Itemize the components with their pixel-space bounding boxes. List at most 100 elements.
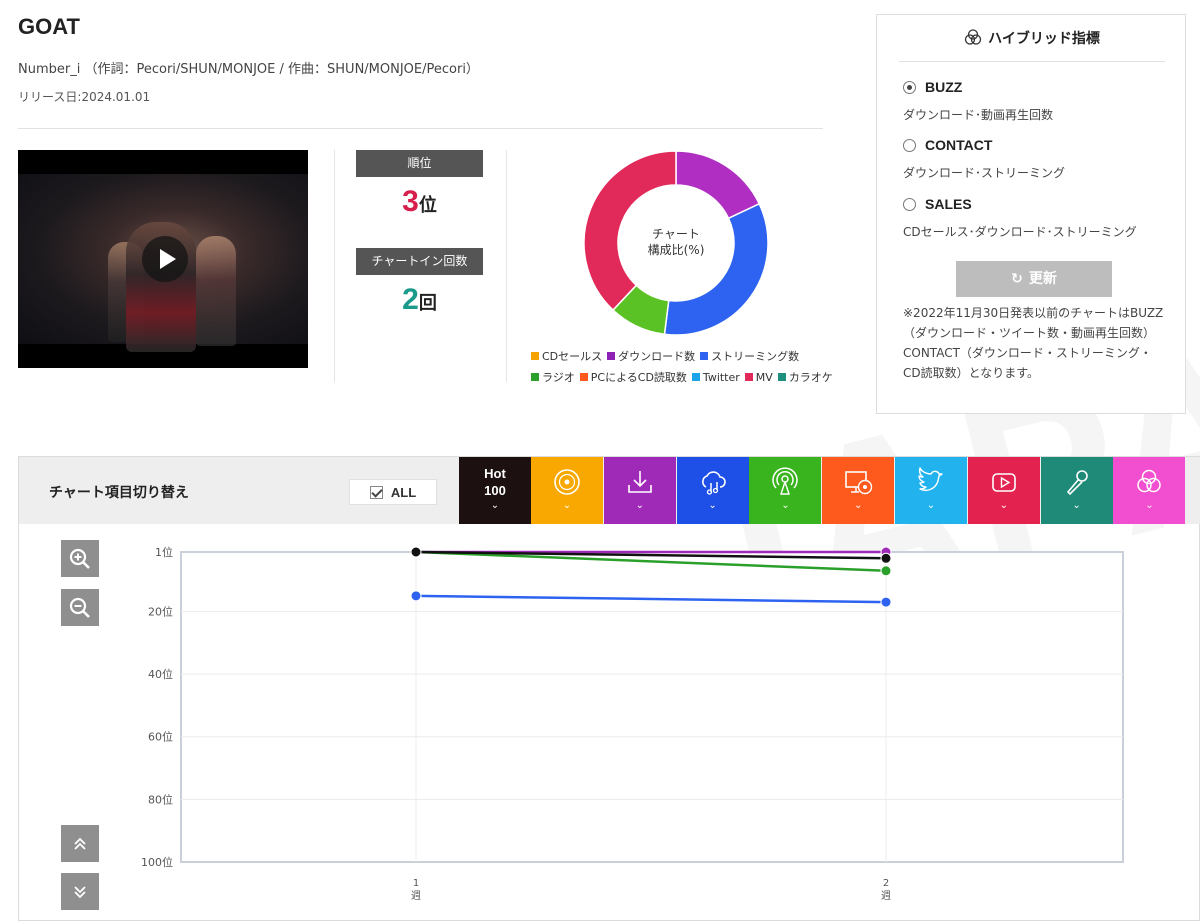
legend-label: MV (755, 370, 773, 384)
option-buzz[interactable]: BUZZ (903, 79, 962, 95)
legend-label: ダウンロード数 (618, 350, 696, 363)
legend-swatch (531, 352, 539, 360)
option-contact-desc: ダウンロード･ストリーミング (903, 166, 1066, 180)
option-contact-label: CONTACT (925, 137, 993, 153)
chartin-number: 2 (402, 283, 419, 316)
hot-label-line2: 100 (484, 483, 506, 498)
song-credits: Number_i （作詞：Pecori/SHUN/MONJOE / 作曲：SHU… (18, 62, 479, 77)
legend-swatch (777, 373, 786, 381)
legend-label: ストリーミング数 (711, 350, 800, 363)
legend-item: ストリーミング数 (700, 348, 799, 364)
chevron-down-icon: ⌄ (781, 500, 790, 511)
y-tick-label: 1位 (155, 545, 173, 559)
tab-hot100[interactable]: Hot 100 ⌄ (459, 457, 531, 524)
update-button-label: 更新 (1028, 271, 1057, 287)
donut-slice (663, 202, 769, 336)
data-point[interactable] (880, 552, 892, 564)
rank-unit: 位 (418, 195, 437, 215)
all-checkbox[interactable]: ALL (349, 479, 437, 505)
legend-item: カラオケ (777, 369, 833, 385)
chart-switch-title: チャート項目切り替え (49, 485, 189, 501)
twitter-icon (918, 467, 943, 491)
radio-icon (772, 467, 799, 495)
legend-label: ラジオ (542, 371, 575, 384)
video-player[interactable] (18, 150, 308, 368)
option-buzz-desc: ダウンロード･動画再生回数 (903, 108, 1054, 122)
x-tick-label: 週 (411, 890, 421, 902)
legend-item: CDセールス (531, 348, 602, 364)
cd-icon (554, 469, 580, 495)
youtube-icon (991, 473, 1016, 492)
data-point[interactable] (410, 546, 422, 558)
chevron-down-icon: ⌄ (708, 500, 717, 511)
hybrid-panel-header: ハイブリッド指標 (877, 28, 1187, 48)
chevron-down-icon: ⌄ (926, 500, 936, 511)
all-label: ALL (390, 484, 417, 500)
chartin-label: チャートイン回数 (356, 248, 483, 275)
radio-contact[interactable] (903, 138, 916, 152)
legend-label: カラオケ (788, 371, 833, 384)
y-tick-label: 60位 (148, 730, 173, 744)
tab-twitter[interactable]: ⌄ (895, 457, 967, 524)
x-tick-label: 1 (413, 878, 419, 889)
legend-label: PCによるCD読取数 (590, 371, 687, 384)
update-button[interactable]: ↻ 更新 (956, 261, 1112, 297)
donut-slice (675, 150, 761, 220)
legend-item: ラジオ (531, 369, 575, 385)
tab-streaming-cloud[interactable]: ⌄ (676, 457, 749, 524)
hot100-label: Hot 100 (484, 465, 506, 499)
chevron-down-icon: ⌄ (490, 500, 500, 511)
radio-buzz[interactable] (903, 80, 916, 94)
legend-item: MV (744, 369, 773, 385)
legend-item: Twitter (691, 369, 740, 385)
checkbox-icon[interactable] (369, 485, 383, 499)
streaming-cloud-icon (701, 471, 726, 495)
tab-hybrid[interactable]: ⌄ (1113, 457, 1186, 524)
legend-swatch (531, 373, 539, 381)
legend-label: CDセールス (542, 350, 603, 363)
legend-swatch (607, 352, 616, 360)
data-point[interactable] (880, 596, 892, 608)
legend-swatch (700, 352, 709, 360)
option-buzz-label: BUZZ (925, 79, 963, 95)
tab-karaoke-mic[interactable]: ⌄ (1040, 457, 1113, 524)
divider (334, 150, 335, 382)
chevron-down-icon: ⌄ (562, 500, 572, 511)
y-tick-label: 80位 (148, 792, 173, 806)
option-sales[interactable]: SALES (903, 196, 972, 212)
y-tick-label: 20位 (148, 604, 173, 618)
y-tick-label: 40位 (148, 667, 173, 681)
data-point[interactable] (410, 590, 422, 602)
release-date: リリース日:2024.01.01 (18, 90, 151, 104)
chevron-down-icon: ⌄ (1145, 500, 1154, 511)
tab-cd[interactable]: ⌄ (531, 457, 603, 524)
play-icon[interactable] (142, 236, 188, 282)
song-title: GOAT (18, 14, 80, 39)
x-tick-label: 2 (883, 878, 889, 889)
data-point[interactable] (880, 565, 892, 577)
karaoke-mic-icon (1066, 470, 1088, 496)
rank-number: 3 (402, 185, 419, 218)
header-divider (18, 128, 823, 129)
tab-radio[interactable]: ⌄ (749, 457, 822, 524)
hybrid-panel-title: ハイブリッド指標 (988, 31, 1100, 47)
tab-youtube[interactable]: ⌄ (967, 457, 1040, 524)
option-contact[interactable]: CONTACT (903, 137, 992, 153)
legend-swatch (691, 373, 700, 381)
rank-label: 順位 (356, 150, 483, 177)
radio-sales[interactable] (903, 197, 916, 211)
chart-toolbar: チャート項目切り替え ALL Hot 100 ⌄ ⌄ ⌄ ⌄ ⌄ ⌄ ⌄ ⌄ ⌄ ⌄ (19, 457, 1200, 524)
legend-item: PCによるCD読取数 (579, 369, 687, 385)
x-tick-label: 週 (881, 890, 891, 902)
donut-legend: CDセールス ダウンロード数 ストリーミング数 ラジオ PCによるCD読取数 Twitt… (531, 348, 861, 390)
option-sales-label: SALES (925, 196, 972, 212)
hybrid-icon (964, 29, 982, 45)
rank-value: 3位 (356, 185, 483, 219)
y-tick-label: 100位 (141, 855, 173, 869)
tab-pc-cd[interactable]: ⌄ (822, 457, 895, 524)
donut-center-line2: 構成比(%) (647, 243, 705, 257)
tab-download[interactable]: ⌄ (603, 457, 676, 524)
divider (899, 61, 1165, 62)
chevron-down-icon: ⌄ (1072, 500, 1081, 511)
donut-center-line1: チャート (652, 227, 700, 241)
